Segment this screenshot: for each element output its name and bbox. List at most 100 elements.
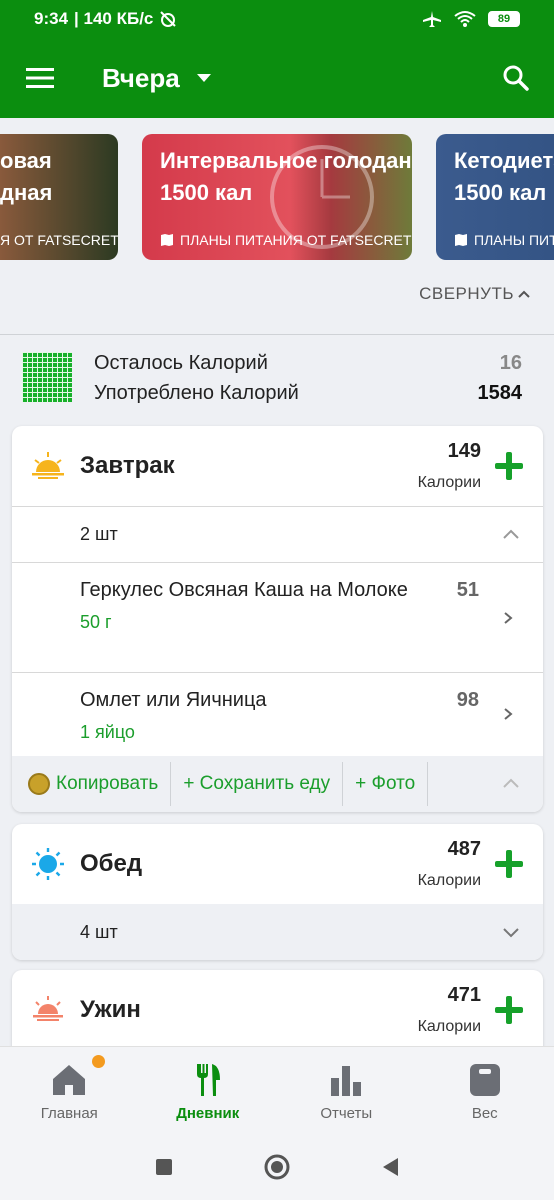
meal-name: Обед	[80, 850, 143, 877]
battery-level: 89	[497, 13, 511, 25]
status-bar: 9:34 | 140 КБ/с 89	[0, 0, 554, 38]
remaining-label: Осталось Калорий	[94, 352, 268, 374]
alarm-off-icon	[160, 11, 177, 27]
plan-title: Интервальное голодани	[160, 148, 412, 173]
calorie-grid-icon	[22, 352, 72, 402]
consumed-calories-row: Употреблено Калорий 1584	[94, 382, 522, 405]
save-meal-label: + Сохранить еду	[183, 773, 331, 794]
food-portion: 1 яйцо	[80, 722, 135, 742]
plan-title: Кетодиета	[454, 148, 554, 173]
plan-source: Я ОТ FATSECRET	[0, 232, 118, 248]
calorie-summary[interactable]: Осталось Калорий 16 Употреблено Калорий …	[0, 336, 554, 424]
meal-calories-label: Калории	[417, 474, 481, 491]
app-bar: Вчера	[0, 38, 554, 118]
meal-header[interactable]: Обед 487 Калории	[12, 824, 543, 904]
search-button[interactable]	[496, 58, 536, 98]
nav-reports[interactable]: Отчеты	[277, 1047, 416, 1134]
bar-chart-icon	[331, 1066, 362, 1096]
meal-header[interactable]: Завтрак 149 Калории	[12, 426, 543, 506]
back-button[interactable]	[381, 1157, 399, 1177]
meal-actions-bar: Копировать + Сохранить еду + Фото	[12, 756, 543, 812]
plan-source: ПЛАНЫ ПИТ	[454, 232, 554, 248]
chevron-right-icon	[504, 708, 513, 720]
meal-calories: 149	[447, 440, 481, 462]
add-food-button[interactable]	[493, 848, 525, 880]
meal-calories: 487	[447, 838, 481, 860]
add-photo-label: + Фото	[355, 773, 416, 794]
sunset-icon	[33, 996, 63, 1021]
chevron-up-icon	[503, 529, 519, 539]
food-calories: 51	[456, 579, 479, 601]
nav-label: Отчеты	[320, 1105, 373, 1122]
food-item[interactable]: Омлет или Яичница 1 яйцо 98	[12, 672, 543, 756]
scale-icon	[469, 1064, 500, 1096]
plan-source-text: ПЛАНЫ ПИТАНИЯ ОТ FATSECRET	[180, 232, 412, 248]
add-food-button[interactable]	[493, 994, 525, 1026]
food-name: Геркулес Овсяная Каша на Молоке	[80, 579, 408, 601]
fork-knife-icon	[196, 1064, 220, 1096]
chevron-right-icon	[504, 612, 513, 624]
status-time: 9:34	[34, 9, 69, 28]
page-title: Вчера	[102, 62, 180, 93]
coin-icon	[28, 773, 50, 795]
add-food-button[interactable]	[493, 450, 525, 482]
plan-source-text: ПЛАНЫ ПИТ	[474, 232, 554, 248]
meal-name: Ужин	[80, 996, 141, 1023]
menu-button[interactable]	[0, 38, 80, 118]
item-count: 4 шт	[80, 921, 118, 942]
sunrise-icon	[32, 452, 64, 479]
plan-subtitle: 1500 кал	[454, 180, 547, 205]
meal-calories-label: Калории	[417, 872, 481, 889]
meal-header[interactable]: Ужин 471 Калории	[12, 970, 543, 1050]
item-count-row[interactable]: 2 шт	[12, 506, 543, 562]
item-count-row[interactable]: 4 шт	[12, 904, 543, 960]
nav-label: Вес	[471, 1105, 498, 1122]
bottom-navigation: Главная Дневник Отчеты Вес	[0, 1046, 554, 1134]
meal-calories-label: Калории	[417, 1018, 481, 1035]
food-name: Омлет или Яичница	[80, 689, 267, 711]
home-icon	[53, 1065, 86, 1095]
plan-subtitle: дная	[0, 180, 53, 205]
home-button[interactable]	[263, 1153, 291, 1181]
remaining-calories-row: Осталось Калорий 16	[94, 352, 522, 375]
add-photo-button[interactable]: + Фото	[343, 762, 429, 806]
copy-label: Копировать	[56, 773, 159, 794]
map-icon	[455, 234, 467, 246]
dropdown-arrow-icon	[196, 74, 211, 82]
save-meal-button[interactable]: + Сохранить еду	[171, 762, 344, 806]
copy-button[interactable]: Копировать	[12, 762, 172, 806]
chevron-up-icon[interactable]	[501, 774, 521, 794]
meal-plan-card[interactable]: овая дная Я ОТ FATSECRET	[0, 134, 118, 260]
hamburger-icon	[26, 68, 54, 88]
item-count: 2 шт	[80, 524, 118, 544]
search-icon	[503, 65, 529, 91]
battery-icon: 89	[488, 11, 520, 27]
system-navigation	[0, 1134, 554, 1200]
date-selector[interactable]: Вчера	[80, 63, 212, 94]
recents-button[interactable]	[155, 1158, 173, 1176]
collapse-button[interactable]: СВЕРНУТЬ	[419, 284, 530, 304]
meal-calories: 471	[447, 984, 481, 1006]
nav-label: Дневник	[176, 1105, 240, 1122]
plan-title: овая	[0, 148, 52, 173]
food-calories: 98	[456, 689, 479, 711]
consumed-value: 1584	[477, 382, 523, 404]
meal-card-breakfast: Завтрак 149 Калории 2 шт Геркулес Овсяна…	[12, 426, 543, 812]
notification-dot	[92, 1055, 105, 1068]
nav-diary[interactable]: Дневник	[139, 1047, 278, 1134]
plan-subtitle: 1500 кал	[160, 180, 253, 205]
plan-source-text: Я ОТ FATSECRET	[0, 232, 118, 248]
nav-home[interactable]: Главная	[0, 1047, 139, 1134]
food-item[interactable]: Геркулес Овсяная Каша на Молоке 50 г 51	[12, 562, 543, 672]
food-portion: 50 г	[80, 612, 112, 632]
chevron-up-icon	[518, 290, 530, 298]
meal-plan-card[interactable]: Кетодиета 1500 кал ПЛАНЫ ПИТ	[436, 134, 554, 260]
meal-plan-carousel[interactable]: овая дная Я ОТ FATSECRET Интервальное го…	[0, 118, 554, 278]
meal-plan-card[interactable]: Интервальное голодани 1500 кал ПЛАНЫ ПИТ…	[142, 134, 412, 260]
meal-card-lunch: Обед 487 Калории 4 шт	[12, 824, 543, 960]
remaining-value: 16	[499, 352, 522, 374]
nav-label: Главная	[40, 1105, 98, 1122]
collapse-label: СВЕРНУТЬ	[419, 284, 514, 303]
nav-weight[interactable]: Вес	[416, 1047, 554, 1134]
consumed-label: Употреблено Калорий	[94, 382, 299, 404]
